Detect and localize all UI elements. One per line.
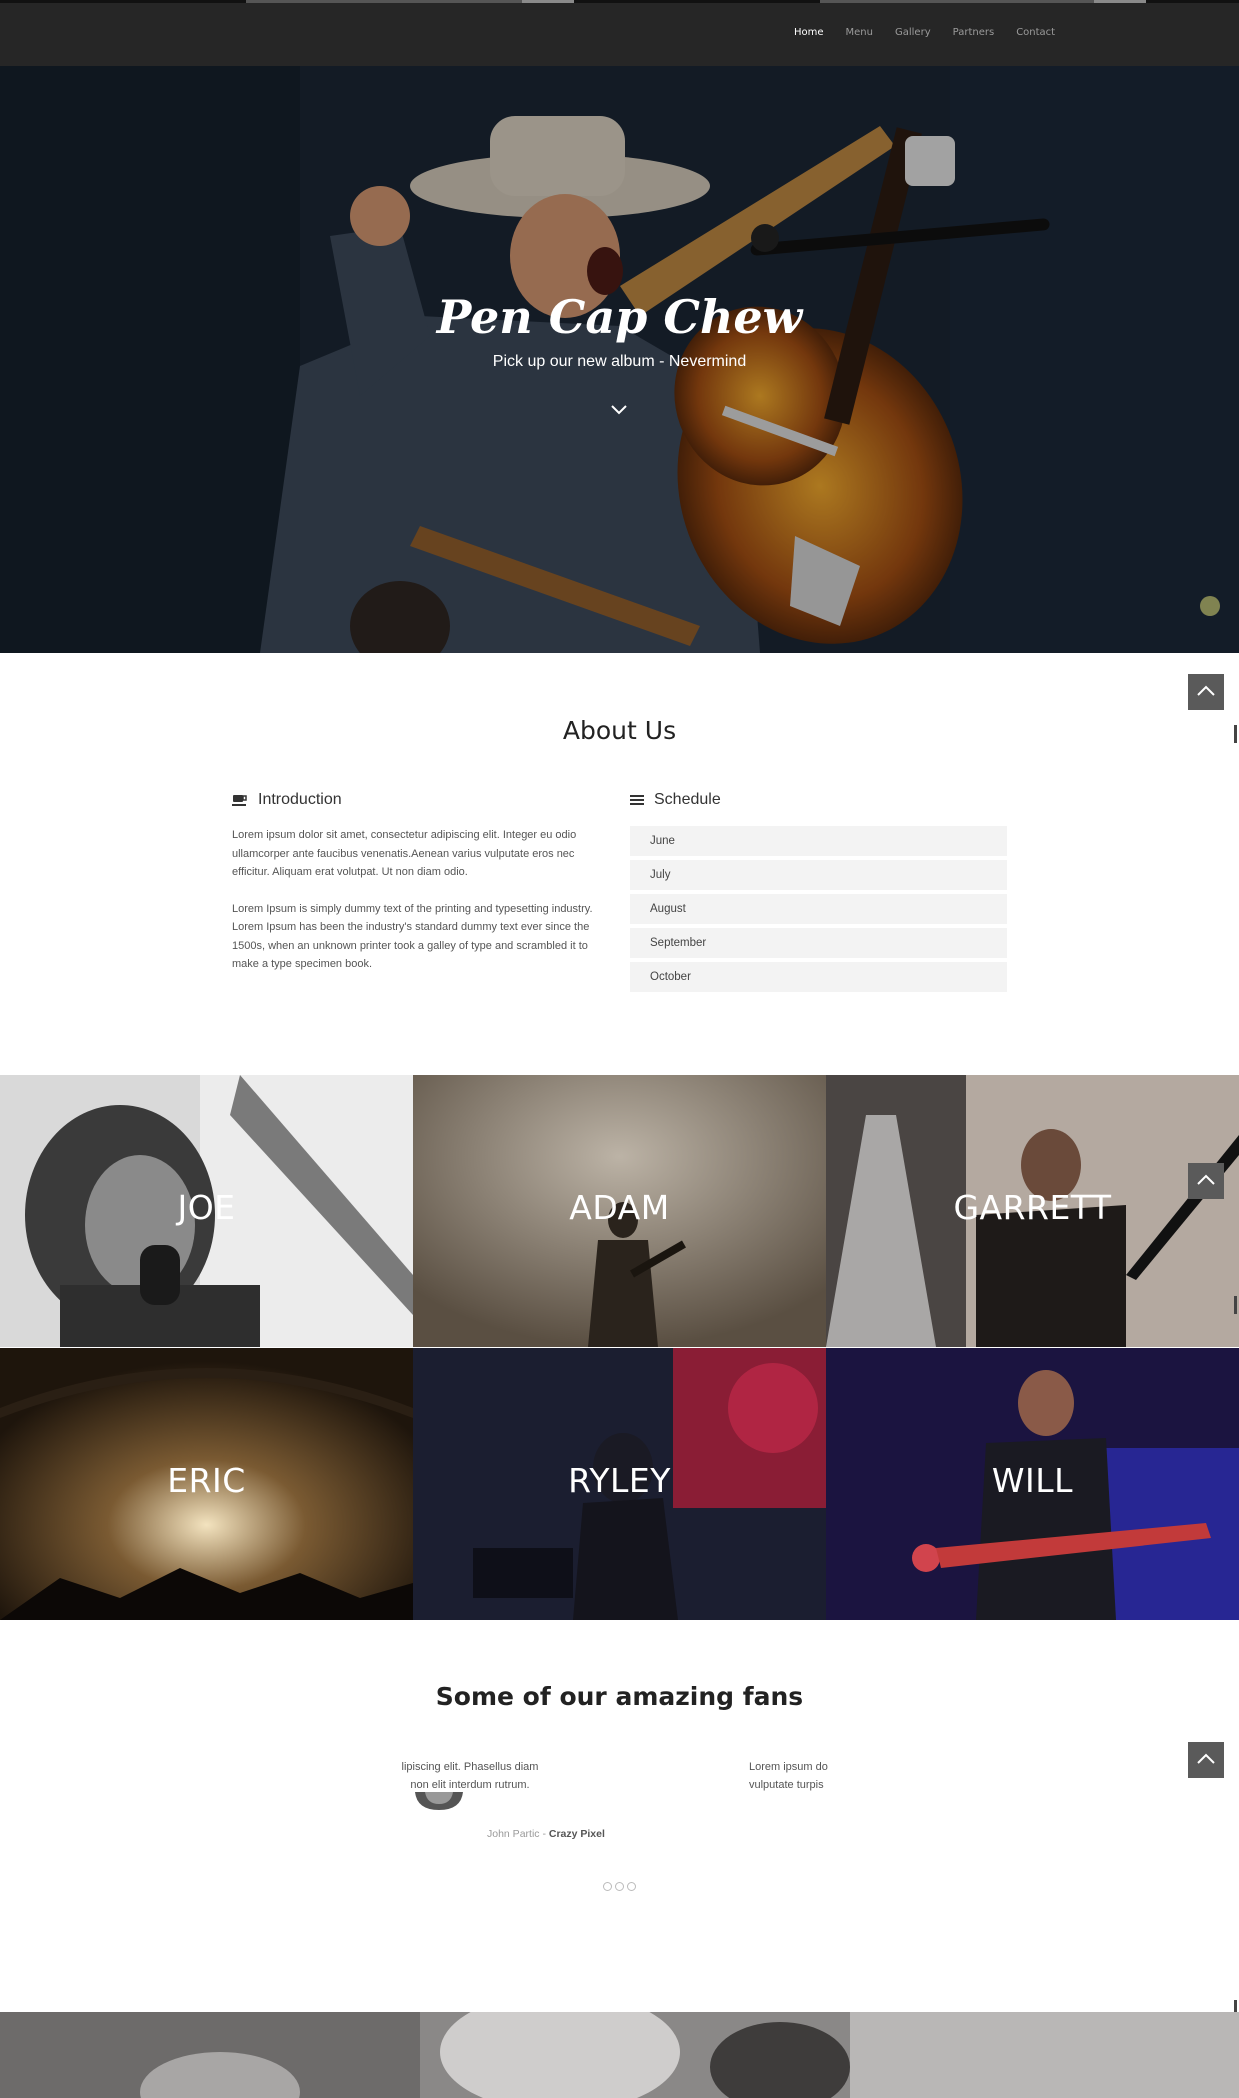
member-name: WILL (991, 1461, 1074, 1500)
back-to-top-button[interactable] (1188, 674, 1224, 710)
carousel-dot[interactable] (627, 1882, 636, 1891)
member-tile-adam[interactable]: ADAM (413, 1075, 826, 1347)
author-name: John Partic (487, 1828, 540, 1840)
hero-subtitle: Pick up our new album - Nevermind (492, 353, 747, 370)
member-name: JOE (177, 1188, 236, 1227)
chevron-down-icon[interactable] (608, 402, 630, 418)
introduction-label: Introduction (258, 791, 342, 808)
top-navbar: Home Menu Gallery Partners Contact (0, 0, 1239, 66)
testimonial-author: John Partic - Crazy Pixel (487, 1828, 605, 1840)
schedule-list: June July August September October (630, 826, 1007, 992)
intro-paragraph: Lorem Ipsum is simply dummy text of the … (232, 902, 593, 971)
band-members-grid: JOE ADAM GARRETT ERIC RYLEY WILL (0, 1075, 1239, 1620)
nav-partners[interactable]: Partners (953, 27, 995, 38)
progress-knob (1094, 0, 1146, 3)
member-name: GARRETT (953, 1188, 1112, 1227)
carousel-dot[interactable] (615, 1882, 624, 1891)
about-title: About Us (562, 716, 677, 745)
main-nav: Home Menu Gallery Partners Contact (794, 27, 1077, 38)
schedule-item-july[interactable]: July (630, 860, 1007, 890)
schedule-heading: Schedule (630, 790, 1007, 810)
back-to-top-button[interactable] (1188, 1163, 1224, 1199)
hero-title: Pen Cap Chew (436, 290, 803, 344)
chevron-up-icon (1197, 1753, 1215, 1764)
member-tile-joe[interactable]: JOE (0, 1075, 413, 1347)
author-company: Crazy Pixel (548, 1828, 605, 1840)
testimonial-line: Lorem ipsum do (749, 1761, 828, 1773)
member-name: ADAM (569, 1188, 670, 1227)
nav-menu[interactable]: Menu (846, 27, 873, 38)
testimonial-text-partial: Lorem ipsum do vulputate turpis (749, 1758, 829, 1794)
chevron-up-icon (1197, 685, 1215, 696)
back-to-top-button[interactable] (1188, 1742, 1224, 1778)
member-tile-ryley[interactable]: RYLEY (413, 1348, 826, 1620)
nav-contact[interactable]: Contact (1016, 27, 1055, 38)
section-background-image (0, 2012, 1239, 2098)
member-tile-garrett[interactable]: GARRETT (826, 1075, 1239, 1347)
avatar-image (415, 1792, 463, 1810)
nav-home[interactable]: Home (794, 27, 824, 38)
list-icon (630, 795, 644, 805)
member-name: ERIC (167, 1461, 246, 1500)
schedule-item-october[interactable]: October (630, 962, 1007, 992)
member-name: RYLEY (568, 1461, 671, 1500)
scrollbar-thumb[interactable] (1234, 1296, 1237, 1314)
chevron-up-icon (1197, 1174, 1215, 1185)
member-tile-eric[interactable]: ERIC (0, 1348, 413, 1620)
intro-paragraph: Lorem ipsum dolor sit amet, consectetur … (232, 829, 577, 878)
carousel-dot[interactable] (603, 1882, 612, 1891)
nav-gallery[interactable]: Gallery (895, 27, 931, 38)
testimonial-text: lipiscing elit. Phasellus diam non elit … (401, 1761, 539, 1791)
introduction-heading: Introduction (232, 790, 602, 810)
author-separator: - (539, 1828, 549, 1840)
schedule-item-june[interactable]: June (630, 826, 1007, 856)
testimonial-line: vulputate turpis (749, 1779, 824, 1791)
progress-knob (522, 0, 574, 3)
avatar (415, 1792, 463, 1810)
schedule-item-september[interactable]: September (630, 928, 1007, 958)
partners-section-preview (0, 2012, 1239, 2098)
fans-title: Some of our amazing fans (435, 1682, 804, 1711)
member-tile-will[interactable]: WILL (826, 1348, 1239, 1620)
introduction-column: Introduction Lorem ipsum dolor sit amet,… (232, 790, 602, 974)
schedule-label: Schedule (654, 791, 721, 808)
hero-section: Pen Cap Chew Pick up our new album - Nev… (0, 66, 1239, 653)
schedule-item-august[interactable]: August (630, 894, 1007, 924)
schedule-column: Schedule June July August September Octo… (630, 790, 1007, 996)
coffee-icon (232, 795, 247, 806)
carousel-dots (603, 1882, 636, 1891)
